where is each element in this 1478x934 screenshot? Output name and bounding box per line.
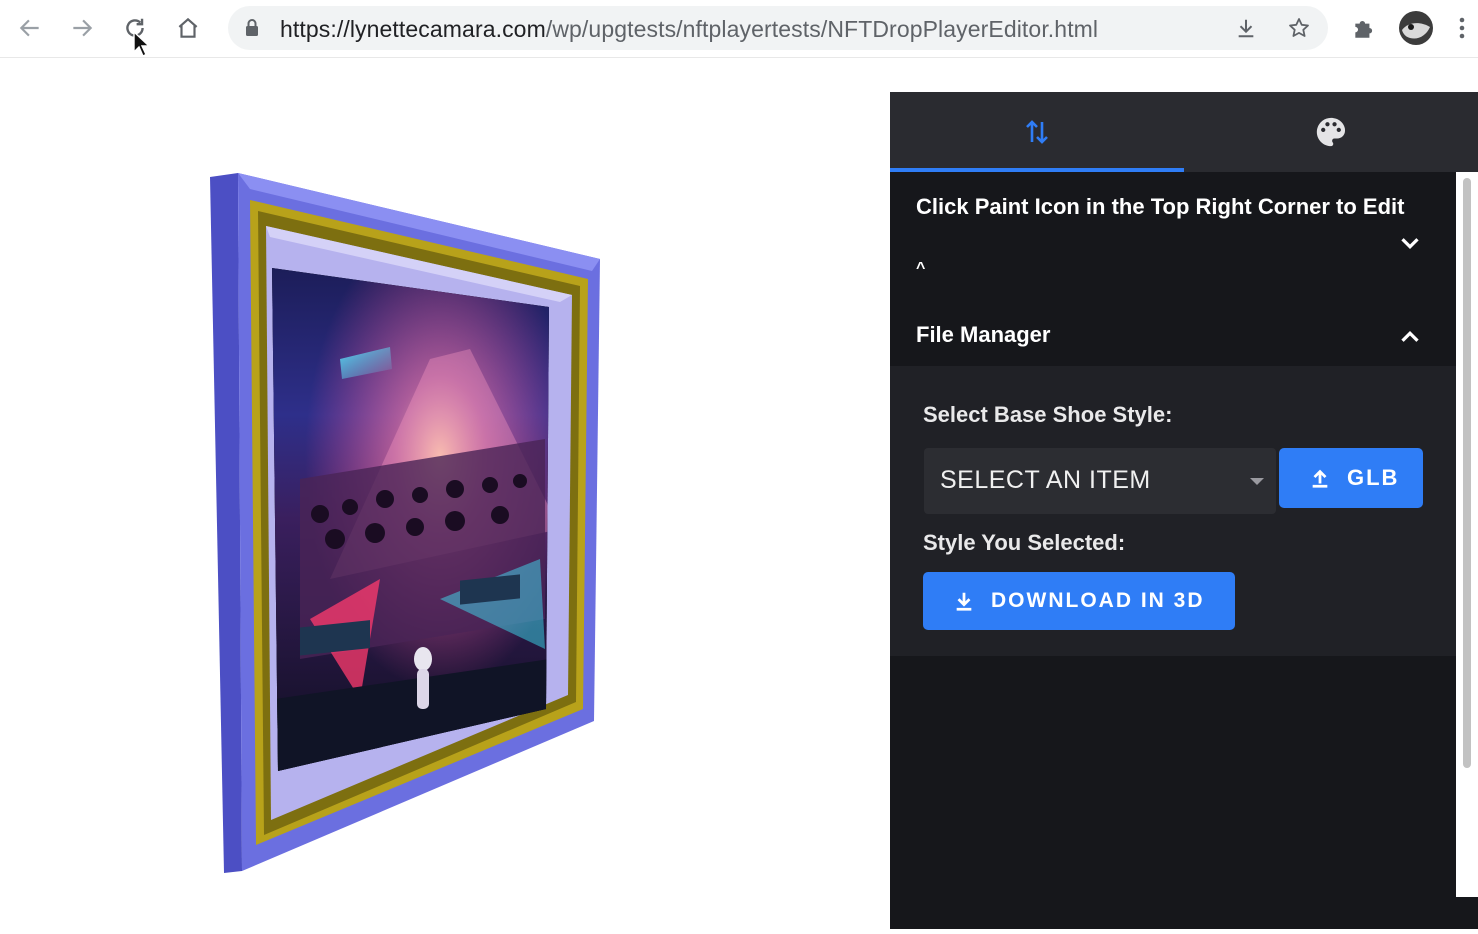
file-manager-header[interactable]: File Manager — [890, 304, 1456, 366]
browser-menu-button[interactable] — [1452, 10, 1472, 46]
download-icon[interactable] — [1233, 15, 1259, 41]
instructions-caret: ^ — [916, 260, 926, 277]
selected-style-label: Style You Selected: — [923, 530, 1126, 555]
tab-paint[interactable] — [1184, 92, 1478, 172]
panel-scrollbar[interactable] — [1456, 172, 1478, 897]
more-vertical-icon — [1459, 17, 1465, 39]
tab-file-manager[interactable] — [890, 92, 1184, 172]
arrow-right-icon — [73, 19, 93, 37]
artwork-image — [272, 268, 549, 771]
home-icon — [178, 17, 198, 38]
editor-panel: Click Paint Icon in the Top Right Corner… — [890, 92, 1478, 929]
file-manager-title: File Manager — [916, 322, 1051, 347]
mouse-cursor-icon — [133, 30, 150, 57]
avatar-icon — [1399, 11, 1433, 45]
base-style-label: Select Base Shoe Style: — [923, 402, 1173, 427]
forward-button[interactable] — [64, 10, 100, 46]
palette-icon — [1316, 117, 1346, 147]
base-style-select[interactable]: SELECT AN ITEM — [924, 448, 1276, 514]
arrow-left-icon — [19, 19, 39, 37]
lock-icon — [244, 18, 260, 43]
url-text[interactable]: https://lynettecamara.com/wp/upgtests/nf… — [280, 16, 1098, 43]
glb-button-label: GLB — [1347, 465, 1400, 490]
dropdown-arrow-icon — [1250, 478, 1264, 485]
sort-arrows-icon — [1026, 120, 1048, 144]
scrollbar-thumb[interactable] — [1463, 178, 1471, 768]
upload-glb-button[interactable]: GLB — [1279, 448, 1423, 508]
bookmark-star-icon[interactable] — [1286, 15, 1312, 41]
chevron-up-icon[interactable] — [1395, 322, 1425, 352]
3d-viewport[interactable] — [0, 59, 890, 929]
framed-artwork — [210, 173, 600, 873]
home-button[interactable] — [170, 10, 206, 46]
back-button[interactable] — [12, 10, 48, 46]
puzzle-icon — [1355, 20, 1373, 38]
select-value: SELECT AN ITEM — [940, 466, 1151, 494]
download-3d-button[interactable]: DOWNLOAD IN 3D — [923, 572, 1235, 630]
profile-avatar[interactable] — [1398, 10, 1434, 46]
browser-toolbar: https://lynettecamara.com/wp/upgtests/nf… — [0, 0, 1478, 58]
upload-icon — [1309, 467, 1331, 489]
chevron-down-icon[interactable] — [1395, 228, 1425, 258]
instructions-title: Click Paint Icon in the Top Right Corner… — [916, 194, 1405, 219]
panel-tabbar — [890, 92, 1478, 172]
frame-side — [210, 173, 242, 873]
instructions-panel[interactable]: Click Paint Icon in the Top Right Corner… — [890, 172, 1456, 322]
file-manager-body: Select Base Shoe Style: SELECT AN ITEM G… — [890, 366, 1456, 656]
extensions-button[interactable] — [1346, 10, 1382, 46]
download-button-label: DOWNLOAD IN 3D — [991, 589, 1205, 612]
url-host: https://lynettecamara.com — [280, 16, 546, 42]
address-bar[interactable]: https://lynettecamara.com/wp/upgtests/nf… — [228, 6, 1328, 50]
download-icon — [953, 590, 975, 612]
url-path: /wp/upgtests/nftplayertests/NFTDropPlaye… — [545, 16, 1099, 42]
